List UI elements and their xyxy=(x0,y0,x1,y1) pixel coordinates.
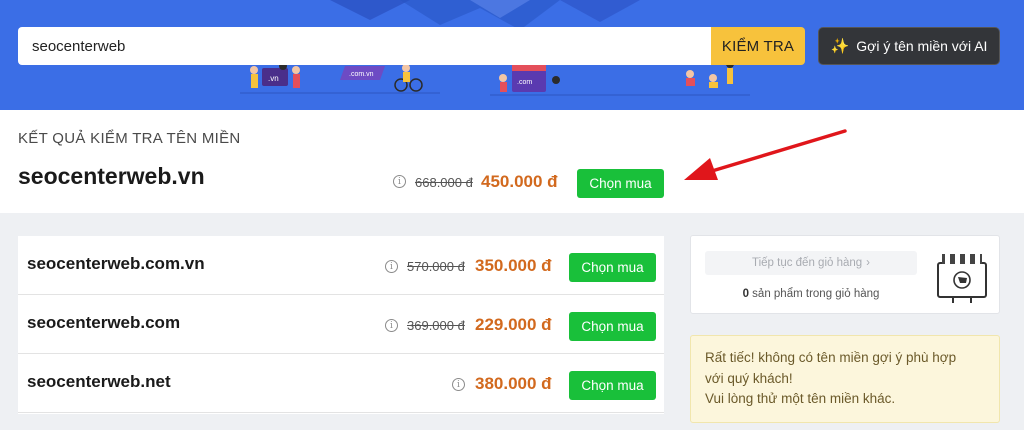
list-item-new-price: 229.000 đ xyxy=(475,315,552,334)
result-new-price: 450.000 đ xyxy=(481,172,558,191)
result-old-price: 668.000 đ xyxy=(415,175,473,190)
main-result-panel: KẾT QUẢ KIỂM TRA TÊN MIỀN seocenterweb.v… xyxy=(0,110,1024,213)
badge-com: .com xyxy=(517,79,532,86)
badge-comvn: .com.vn xyxy=(349,71,374,78)
sparkle-icon: ✨ xyxy=(830,37,850,55)
notice-line: Vui lòng thử một tên miền khác. xyxy=(705,391,896,406)
cart-count-suffix: sản phẩm trong giỏ hàng xyxy=(748,288,880,300)
list-item-old-price: 570.000 đ xyxy=(407,259,465,274)
info-icon[interactable]: i xyxy=(385,260,398,273)
notice-line: Rất tiếc! không có tên miền gợi ý phù hợ… xyxy=(705,350,957,365)
badge-vn: .vn xyxy=(268,74,279,83)
list-item-buy-button[interactable]: Chọn mua xyxy=(569,312,656,341)
result-domain: seocenterweb.vn xyxy=(18,163,205,189)
chevron-right-icon: › xyxy=(866,257,871,269)
check-button[interactable]: KIỂM TRA xyxy=(711,27,805,65)
ai-suggest-button[interactable]: ✨ Gợi ý tên miền với AI xyxy=(818,27,1000,65)
list-item-new-price: 380.000 đ xyxy=(475,374,552,393)
cart-summary: Tiếp tục đến giỏ hàng › 0 sản phẩm trong… xyxy=(690,235,1000,314)
ai-suggest-label: Gợi ý tên miền với AI xyxy=(856,38,988,54)
list-item-domain: seocenterweb.net xyxy=(27,372,171,391)
red-arrow-pointer xyxy=(684,129,847,180)
list-item-domain: seocenterweb.com.vn xyxy=(27,254,205,273)
info-icon[interactable]: i xyxy=(452,378,465,391)
domain-list: seocenterweb.com.vn i 570.000 đ 350.000 … xyxy=(18,236,664,414)
no-suggestion-notice: Rất tiếc! không có tên miền gợi ý phù hợ… xyxy=(690,335,1000,423)
result-buy-button[interactable]: Chọn mua xyxy=(577,169,664,198)
list-item-new-price: 350.000 đ xyxy=(475,256,552,275)
info-icon[interactable]: i xyxy=(385,319,398,332)
domain-search-input[interactable] xyxy=(18,27,711,65)
info-icon[interactable]: i xyxy=(393,175,406,188)
list-item-domain: seocenterweb.com xyxy=(27,313,181,332)
continue-to-cart-label: Tiếp tục đến giỏ hàng xyxy=(751,257,863,269)
list-item-buy-button[interactable]: Chọn mua xyxy=(569,371,656,400)
list-item: seocenterweb.net i 380.000 đ Chọn mua xyxy=(18,354,664,413)
notice-line: với quý khách! xyxy=(705,370,793,386)
cart-count-text: 0 sản phẩm trong giỏ hàng xyxy=(705,288,917,300)
list-item: seocenterweb.com i 369.000 đ 229.000 đ C… xyxy=(18,295,664,354)
list-item: seocenterweb.com.vn i 570.000 đ 350.000 … xyxy=(18,236,664,295)
continue-to-cart-link[interactable]: Tiếp tục đến giỏ hàng › xyxy=(705,251,917,275)
cart-icon xyxy=(937,254,987,303)
list-item-old-price: 369.000 đ xyxy=(407,318,465,333)
list-item-buy-button[interactable]: Chọn mua xyxy=(569,253,656,282)
result-heading: KẾT QUẢ KIỂM TRA TÊN MIỀN xyxy=(18,130,241,147)
hero-banner: .vn .com.vn .com KIỂM TRA ✨ Gợi ý tên mi… xyxy=(0,0,1024,110)
